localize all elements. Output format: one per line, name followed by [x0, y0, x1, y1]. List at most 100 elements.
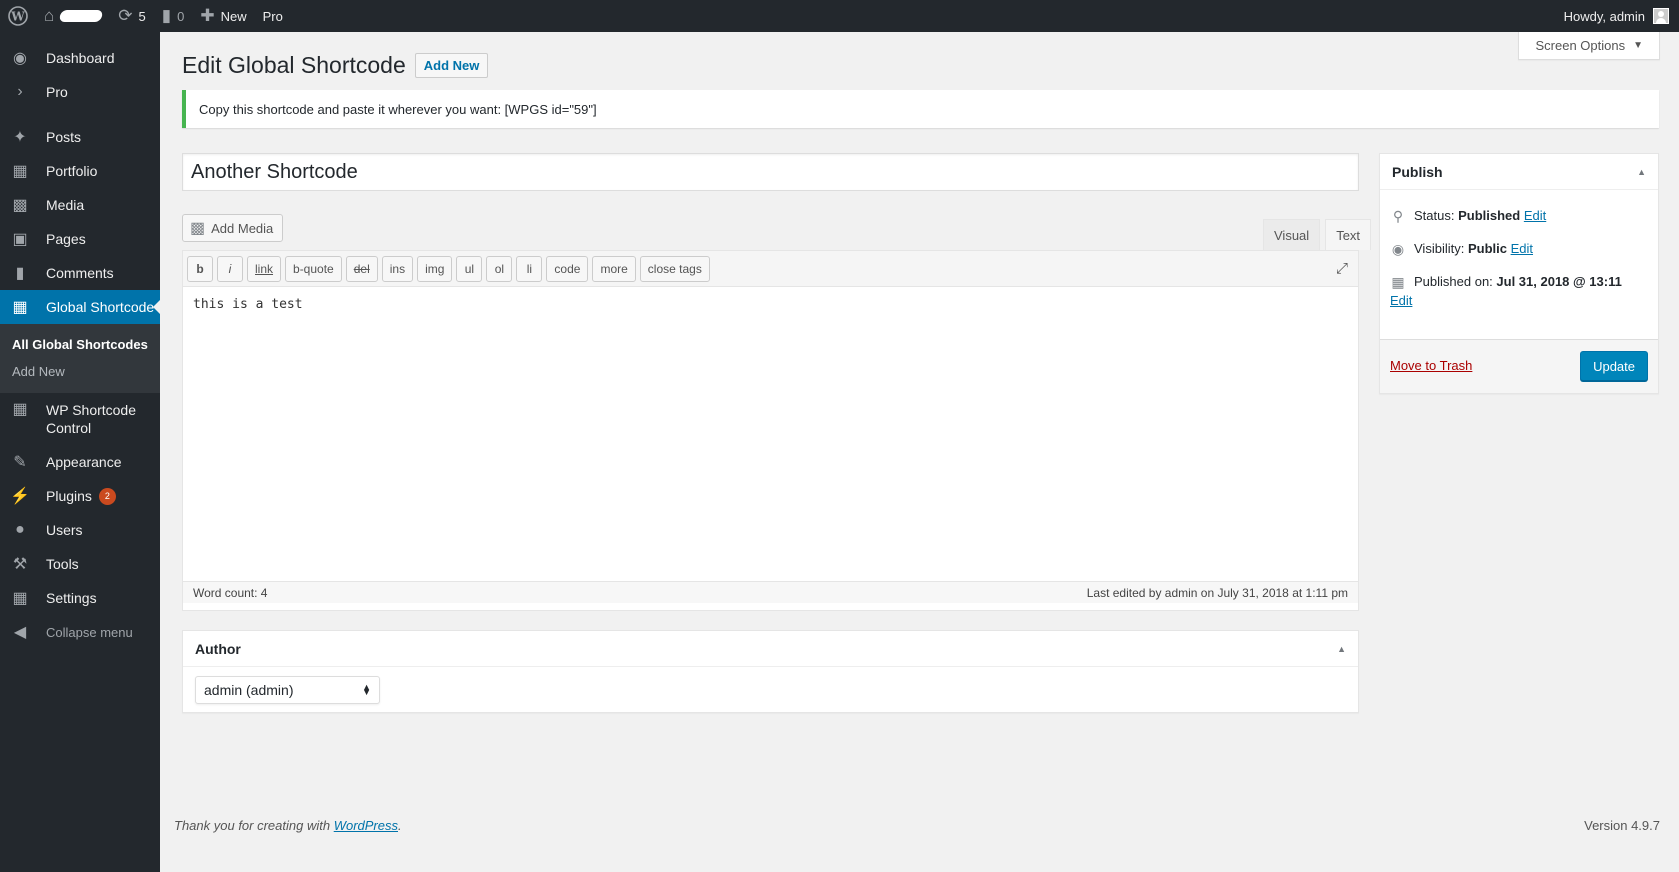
menu-label: Portfolio: [46, 163, 98, 179]
menu-label: Collapse menu: [46, 624, 133, 640]
qt-img-button[interactable]: img: [417, 255, 453, 282]
qt-bold-button[interactable]: b: [187, 255, 213, 282]
author-heading: Author: [195, 640, 241, 657]
qt-ul-button[interactable]: ul: [456, 255, 483, 282]
qt-code-button[interactable]: code: [546, 255, 589, 282]
pro-link[interactable]: Pro: [255, 0, 291, 32]
author-metabox: Author ▲ admin (admin) ▲ ▼: [182, 630, 1359, 713]
comments-link[interactable]: ▮ 0: [154, 0, 193, 32]
menu-label: Pages: [46, 231, 86, 247]
post-status-row: ⚲ Status: Published Edit: [1390, 207, 1546, 225]
published-label: Published on:: [1414, 274, 1493, 289]
qt-blockquote-button[interactable]: b-quote: [285, 255, 342, 282]
collapse-menu-button[interactable]: ◀ Collapse menu: [0, 615, 160, 649]
main-content: Screen Options ▼ Edit Global Shortcode A…: [160, 32, 1679, 872]
plugin-icon: ⚡: [10, 488, 30, 505]
menu-tools[interactable]: ⚒ Tools: [0, 547, 160, 581]
menu-label: Settings: [46, 590, 97, 606]
footer-thanks: Thank you for creating with WordPress.: [174, 818, 402, 833]
notice-text: Copy this shortcode and paste it whereve…: [199, 101, 597, 117]
updates-count: 5: [138, 8, 146, 24]
site-name-link[interactable]: ⌂: [36, 0, 110, 32]
page-header: Edit Global Shortcode Add New: [182, 52, 489, 79]
edit-status-link[interactable]: Edit: [1524, 208, 1546, 223]
editor-status-bar: Word count: 4 Last edited by admin on Ju…: [183, 581, 1358, 603]
qt-ins-button[interactable]: ins: [381, 255, 414, 282]
plus-icon: ✚: [200, 6, 215, 25]
eye-icon: ◉: [1391, 241, 1405, 257]
publish-heading: Publish: [1392, 163, 1443, 180]
post-title-input[interactable]: Another Shortcode: [182, 153, 1359, 191]
caret-up-icon[interactable]: ▲: [1637, 167, 1646, 177]
move-to-trash-link[interactable]: Move to Trash: [1390, 358, 1472, 373]
qt-li-button[interactable]: li: [516, 255, 543, 282]
menu-dashboard[interactable]: ◉ Dashboard: [0, 41, 160, 75]
update-button[interactable]: Update: [1580, 351, 1648, 381]
menu-label: Users: [46, 522, 83, 538]
qt-close-tags-button[interactable]: close tags: [639, 255, 710, 282]
brush-icon: ✎: [13, 454, 27, 471]
caret-down-icon: ▼: [1633, 40, 1643, 51]
global-shortcode-submenu: All Global Shortcodes Add New: [0, 324, 160, 393]
qt-link-button[interactable]: link: [247, 255, 282, 282]
menu-settings[interactable]: ▦ Settings: [0, 581, 160, 615]
menu-pages[interactable]: ▣ Pages: [0, 222, 160, 256]
caret-up-icon[interactable]: ▲: [1337, 644, 1346, 654]
author-select[interactable]: admin (admin) ▲ ▼: [195, 676, 380, 704]
pages-icon: ▣: [12, 231, 28, 248]
screen-options-button[interactable]: Screen Options ▼: [1518, 32, 1660, 60]
grid-icon: ▦: [12, 401, 28, 418]
shortcode-notice: Copy this shortcode and paste it whereve…: [182, 90, 1659, 128]
content-textarea[interactable]: this is a test: [183, 287, 1358, 581]
edit-date-link[interactable]: Edit: [1390, 292, 1412, 310]
comments-icon: ▮: [15, 265, 25, 282]
qt-ol-button[interactable]: ol: [486, 255, 513, 282]
publish-metabox: Publish ▲ ⚲ Status: Published Edit ◉ Vis…: [1379, 153, 1659, 394]
new-label: New: [220, 8, 247, 24]
last-edited: Last edited by admin on July 31, 2018 at…: [1086, 585, 1348, 600]
menu-comments[interactable]: ▮ Comments: [0, 256, 160, 290]
updates-link[interactable]: ⟳ 5: [110, 0, 153, 32]
menu-media[interactable]: ▩ Media: [0, 188, 160, 222]
qt-italic-button[interactable]: i: [217, 255, 243, 282]
menu-portfolio[interactable]: ▦ Portfolio: [0, 154, 160, 188]
menu-appearance[interactable]: ✎ Appearance: [0, 445, 160, 479]
submenu-all-global-shortcodes[interactable]: All Global Shortcodes: [0, 331, 160, 359]
author-metabox-header[interactable]: Author ▲: [183, 631, 1358, 667]
calendar-icon: ▦: [1391, 274, 1405, 290]
my-account[interactable]: Howdy, admin: [1564, 8, 1679, 24]
menu-wp-shortcode-control[interactable]: ▦ WP Shortcode Control: [0, 393, 160, 445]
published-value: Jul 31, 2018 @ 13:11: [1496, 274, 1622, 289]
add-media-button[interactable]: ▩ Add Media: [182, 214, 284, 242]
settings-icon: ▦: [12, 590, 28, 607]
pin-icon: ⚲: [1392, 208, 1404, 224]
status-value: Published: [1458, 208, 1521, 223]
menu-plugins[interactable]: ⚡ Plugins 2: [0, 479, 160, 513]
visibility-row: ◉ Visibility: Public Edit: [1390, 240, 1533, 258]
tab-text[interactable]: Text: [1325, 219, 1372, 250]
qt-more-button[interactable]: more: [592, 255, 636, 282]
visibility-value: Public: [1467, 241, 1507, 256]
menu-users[interactable]: ● Users: [0, 513, 160, 547]
tab-visual[interactable]: Visual: [1263, 219, 1321, 250]
publish-metabox-header[interactable]: Publish ▲: [1380, 154, 1658, 190]
quicktags-toolbar: b i link b-quote del ins img ul ol li co…: [183, 251, 1358, 287]
wordpress-logo-icon[interactable]: W: [0, 0, 36, 32]
menu-label: Global Shortcode: [46, 299, 155, 315]
menu-label: Tools: [46, 556, 79, 572]
menu-posts[interactable]: ✦ Posts: [0, 120, 160, 154]
edit-visibility-link[interactable]: Edit: [1511, 241, 1533, 256]
dashboard-icon: ◉: [13, 50, 27, 67]
collapse-arrow-icon: ◀: [13, 624, 27, 641]
qt-del-button[interactable]: del: [345, 255, 378, 282]
wordpress-link[interactable]: WordPress: [334, 818, 398, 833]
page-title: Edit Global Shortcode: [182, 52, 406, 78]
editor-tabs: Visual Text: [1258, 219, 1372, 250]
new-content-link[interactable]: ✚ New: [192, 0, 254, 32]
fullscreen-icon[interactable]: ⤢: [1336, 260, 1348, 277]
menu-pro[interactable]: › Pro: [0, 75, 160, 109]
add-new-button[interactable]: Add New: [414, 53, 489, 78]
menu-global-shortcode[interactable]: ▦ Global Shortcode: [0, 290, 160, 324]
submenu-add-new[interactable]: Add New: [0, 359, 160, 384]
chevron-right-icon: ›: [17, 83, 23, 100]
